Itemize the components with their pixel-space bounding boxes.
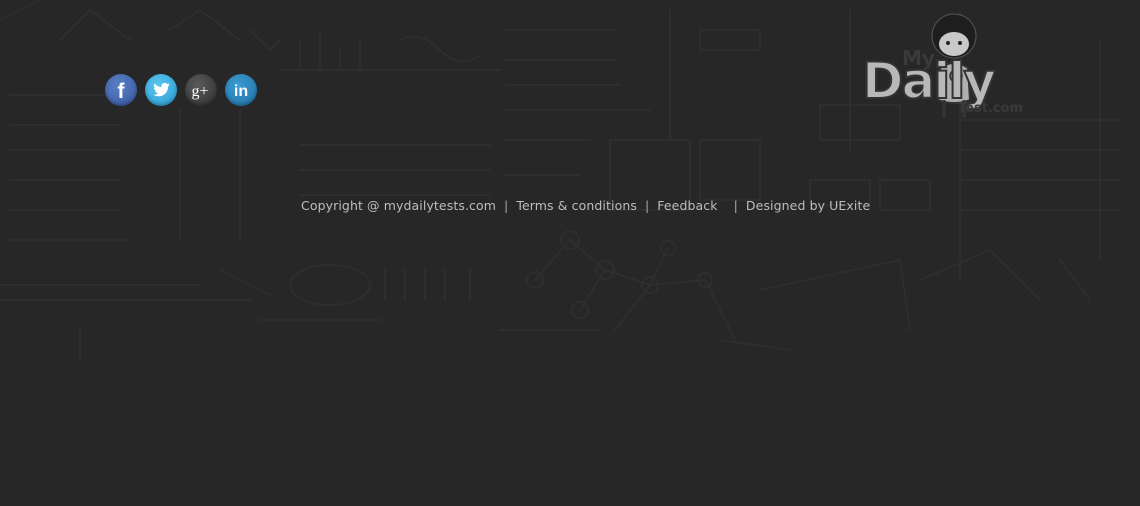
facebook-button[interactable]: f bbox=[105, 74, 137, 106]
separator: | bbox=[504, 198, 509, 213]
svg-text:g+: g+ bbox=[191, 83, 208, 100]
svg-text:f: f bbox=[118, 80, 126, 103]
separator: | bbox=[644, 198, 650, 213]
svg-text:in: in bbox=[234, 83, 248, 100]
google-plus-icon: g+ bbox=[191, 83, 208, 100]
linkedin-button[interactable]: in bbox=[225, 74, 257, 106]
mydailytest-logo[interactable]: My Daily Test.com bbox=[860, 10, 1030, 120]
terms-link[interactable]: Terms & conditions bbox=[516, 198, 637, 213]
logo-subtitle: Test.com bbox=[958, 101, 1024, 116]
feedback-link[interactable]: Feedback bbox=[657, 198, 717, 213]
twitter-button[interactable] bbox=[145, 74, 177, 106]
linkedin-icon: in bbox=[234, 83, 248, 100]
designed-by-link[interactable]: Designed by UExite bbox=[746, 198, 870, 213]
separator: | bbox=[733, 198, 738, 213]
copyright-link[interactable]: Copyright @ mydailytests.com bbox=[301, 198, 496, 213]
facebook-icon: f bbox=[118, 80, 126, 103]
footer-links: Copyright @ mydailytests.com | Terms & con… bbox=[301, 198, 870, 213]
twitter-icon bbox=[153, 82, 170, 97]
google-plus-button[interactable]: g+ bbox=[185, 74, 217, 106]
social-links: f g+ in bbox=[105, 74, 257, 106]
page-footer: f g+ in Copyright @ mydailytests.com | Ter… bbox=[0, 0, 1140, 506]
